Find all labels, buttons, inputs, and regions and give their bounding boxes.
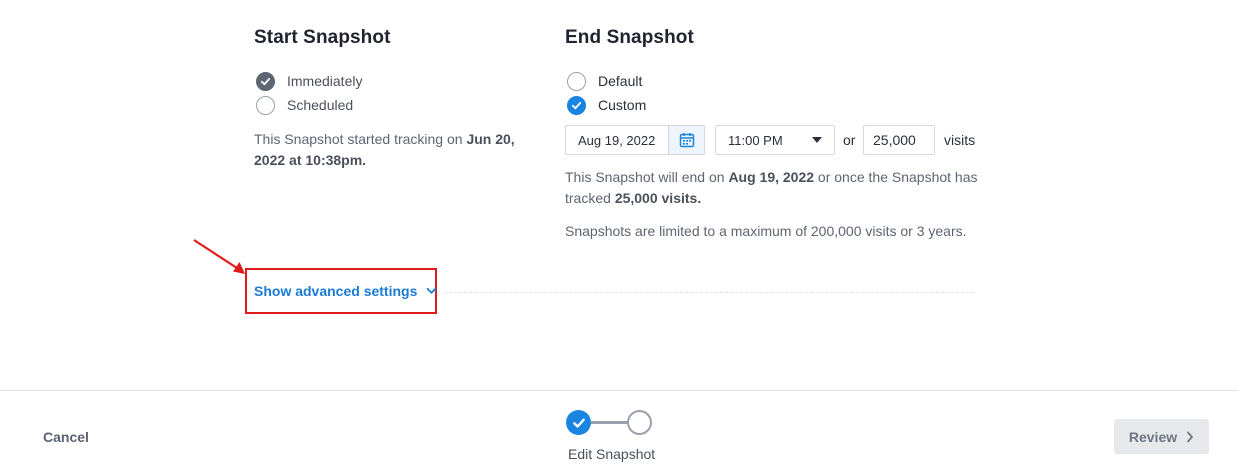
review-button-label: Review <box>1128 428 1178 445</box>
end-snapshot-title: End Snapshot <box>565 27 694 48</box>
end-date-value: Aug 19, 2022 <box>578 132 656 148</box>
caret-down-icon <box>812 137 822 143</box>
step-connector <box>591 421 627 424</box>
radio-unchecked-icon[interactable] <box>567 71 586 91</box>
radio-unchecked-icon[interactable] <box>256 95 275 115</box>
advanced-link-label: Show advanced settings <box>254 283 418 299</box>
step-completed-icon <box>566 410 591 435</box>
radio-checked-icon[interactable] <box>256 71 275 91</box>
step-label: Edit Snapshot <box>568 446 656 462</box>
radio-checked-icon[interactable] <box>567 95 586 115</box>
chevron-down-icon <box>426 287 437 295</box>
end-info-text: This Snapshot will end on Aug 19, 2022 o… <box>565 167 980 209</box>
end-time-value: 11:00 PM <box>728 132 783 148</box>
end-date-input[interactable]: Aug 19, 2022 <box>565 125 705 155</box>
radio-default[interactable]: Default <box>567 71 642 91</box>
snapshot-settings: Start Snapshot Immediately Scheduled Thi… <box>0 0 1239 390</box>
end-time-select[interactable]: 11:00 PM <box>715 125 835 155</box>
or-label: or <box>843 132 856 148</box>
end-info-visits: 25,000 visits. <box>614 190 702 206</box>
radio-label-immediately: Immediately <box>287 73 363 89</box>
end-info-date: Aug 19, 2022 <box>728 169 815 185</box>
start-info-text: This Snapshot started tracking on Jun 20… <box>254 129 529 171</box>
limit-text: Snapshots are limited to a maximum of 20… <box>565 223 967 239</box>
calendar-icon[interactable] <box>668 126 704 154</box>
step-pending-icon <box>627 410 652 435</box>
chevron-right-icon <box>1186 431 1194 443</box>
radio-scheduled[interactable]: Scheduled <box>256 95 353 115</box>
radio-label-scheduled: Scheduled <box>287 97 354 113</box>
start-info-prefix: This Snapshot started tracking on <box>254 131 467 147</box>
radio-label-custom: Custom <box>598 97 647 113</box>
cancel-button[interactable]: Cancel <box>43 429 89 445</box>
footer-bar: Cancel Edit Snapshot Review <box>0 390 1239 476</box>
visits-label: visits <box>944 132 976 148</box>
annotation-arrow-icon <box>193 239 245 274</box>
visits-input[interactable]: 25,000 <box>863 125 935 155</box>
radio-label-default: Default <box>598 73 643 89</box>
end-info-part1: This Snapshot will end on <box>565 169 729 185</box>
radio-custom[interactable]: Custom <box>567 95 646 115</box>
section-divider <box>444 292 974 293</box>
show-advanced-settings-link[interactable]: Show advanced settings <box>254 283 437 299</box>
radio-immediately[interactable]: Immediately <box>256 71 362 91</box>
start-snapshot-title: Start Snapshot <box>254 27 391 48</box>
review-button[interactable]: Review <box>1114 419 1209 454</box>
progress-stepper <box>566 410 652 435</box>
